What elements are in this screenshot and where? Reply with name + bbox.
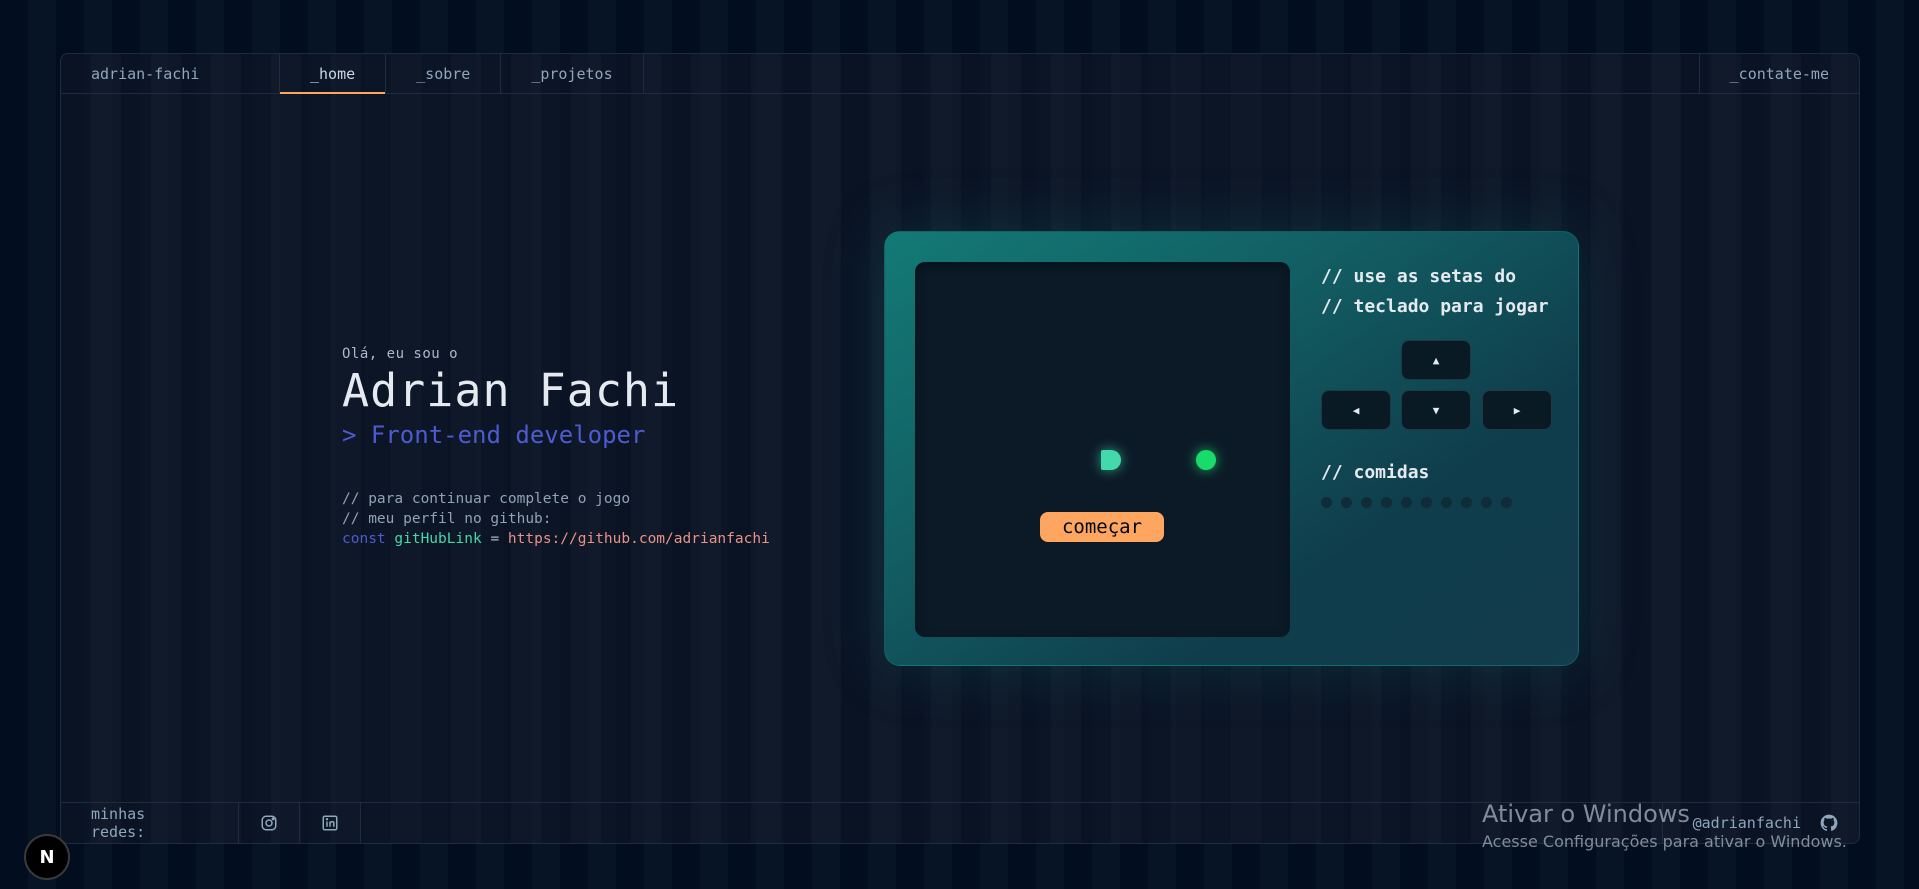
start-game-button[interactable]: começar	[1040, 512, 1164, 542]
tab-contact-label: _contate-me	[1729, 64, 1829, 83]
arrow-keys: ▲ ◀ ▼ ▶	[1321, 340, 1561, 440]
footer-spacer	[361, 803, 1662, 843]
comment-complete-game: // para continuar complete o jogo	[342, 491, 631, 507]
instagram-icon	[261, 815, 277, 831]
windows-activation-watermark: Ativar o Windows Acesse Configurações pa…	[1482, 800, 1847, 851]
arrow-right-icon[interactable]: ▶	[1482, 390, 1552, 430]
food-dot	[1381, 497, 1392, 508]
food-dot	[1501, 497, 1512, 508]
instructions: // use as setas do // teclado para jogar	[1321, 262, 1561, 322]
food-dot	[1481, 497, 1492, 508]
networks-label: minhas redes:	[61, 803, 239, 843]
github-link[interactable]: https://github.com/adrianfachi	[508, 531, 770, 547]
food-dot	[1361, 497, 1372, 508]
tab-home[interactable]: _home	[280, 54, 387, 94]
tab-home-label: _home	[310, 64, 356, 83]
hero-section: Olá, eu sou o Adrian Fachi > Front-end d…	[342, 346, 770, 549]
arrow-down-icon[interactable]: ▼	[1401, 390, 1471, 430]
game-controls-panel: // use as setas do // teclado para jogar…	[1321, 262, 1561, 508]
linkedin-link[interactable]	[300, 803, 361, 843]
instagram-link[interactable]	[239, 803, 300, 843]
role-subtitle: > Front-end developer	[342, 421, 646, 449]
header-spacer	[644, 54, 1699, 93]
brand-name[interactable]: adrian-fachi	[61, 54, 280, 93]
nextjs-badge-icon[interactable]: N	[24, 834, 70, 880]
tab-sobre-label: _sobre	[416, 64, 471, 83]
game-screen: começar	[915, 262, 1290, 637]
code-keyword: const	[342, 531, 386, 547]
food-counter	[1321, 497, 1561, 508]
snake-game-console: começar // use as setas do // teclado pa…	[884, 231, 1579, 666]
linkedin-icon	[322, 815, 338, 831]
windows-watermark-title: Ativar o Windows	[1482, 800, 1690, 828]
food-dot	[1401, 497, 1412, 508]
food-dot	[1441, 497, 1452, 508]
food-dot	[1321, 497, 1332, 508]
food-dot	[1461, 497, 1472, 508]
tab-sobre[interactable]: _sobre	[386, 54, 502, 93]
food-dot	[1421, 497, 1432, 508]
tab-contact[interactable]: _contate-me	[1698, 54, 1859, 93]
tab-projetos-label: _projetos	[531, 64, 613, 83]
app-frame: adrian-fachi _home _sobre _projetos _con…	[60, 53, 1860, 844]
greeting: Olá, eu sou o	[342, 346, 459, 362]
code-comments: // para continuar complete o jogo // meu…	[342, 489, 770, 549]
windows-watermark-subtitle: Acesse Configurações para ativar o Windo…	[1482, 832, 1847, 851]
page-title: Adrian Fachi	[342, 364, 680, 417]
top-navigation: adrian-fachi _home _sobre _projetos _con…	[61, 54, 1859, 94]
snake-head	[1101, 450, 1121, 470]
code-equals: =	[490, 531, 500, 547]
instruction-line-2: // teclado para jogar	[1321, 296, 1549, 317]
arrow-up-icon[interactable]: ▲	[1401, 340, 1471, 380]
instruction-line-1: // use as setas do	[1321, 266, 1517, 287]
food-dot	[1341, 497, 1352, 508]
foods-title: // comidas	[1321, 462, 1430, 483]
snake-food	[1196, 450, 1216, 470]
tab-projetos[interactable]: _projetos	[501, 54, 644, 93]
arrow-left-icon[interactable]: ◀	[1321, 390, 1391, 430]
code-variable: gitHubLink	[394, 531, 482, 547]
comment-github-profile: // meu perfil no github:	[342, 511, 552, 527]
github-code-line: const gitHubLink = https://github.com/ad…	[342, 529, 770, 549]
